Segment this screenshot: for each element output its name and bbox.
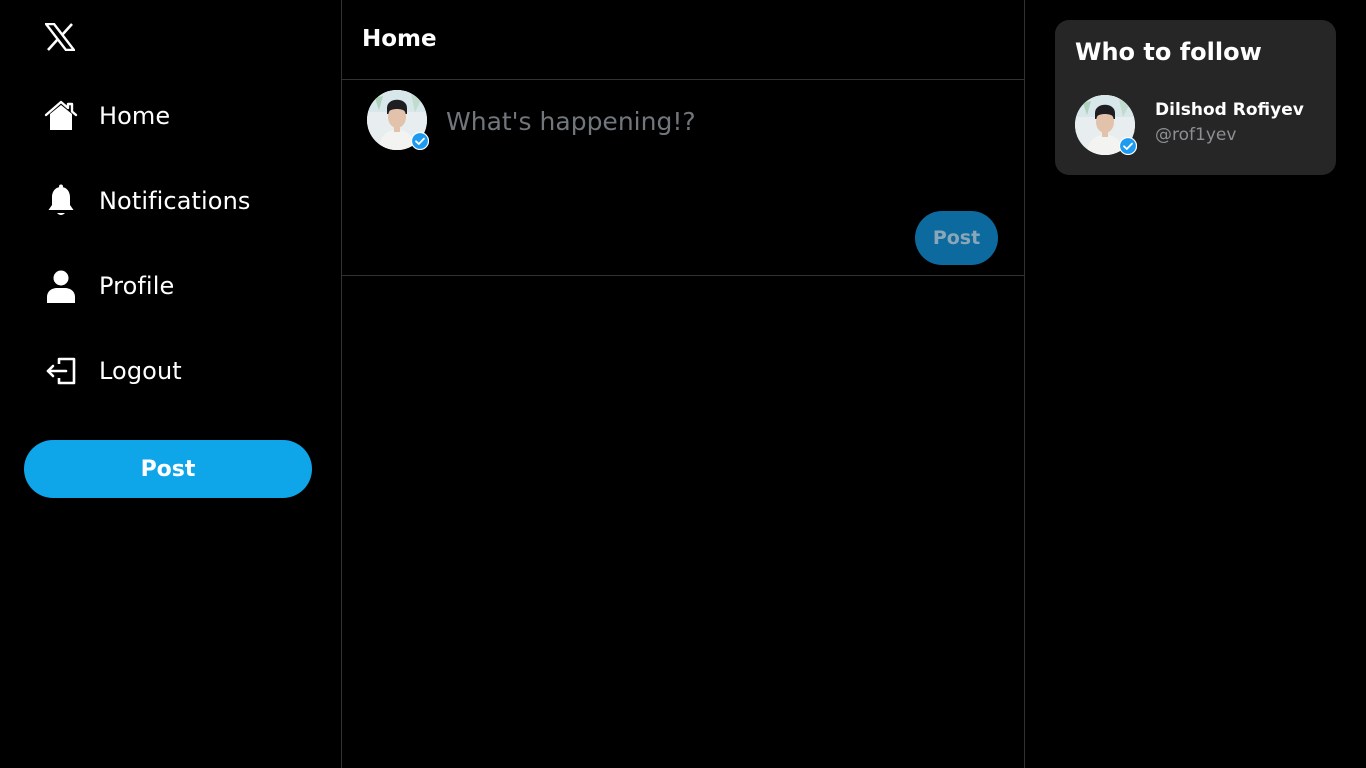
sidebar-item-profile[interactable]: Profile — [44, 266, 174, 306]
avatar[interactable] — [1075, 95, 1138, 156]
sidebar-post-button[interactable]: Post — [24, 440, 312, 498]
follow-suggestion[interactable]: Dilshod Rofiyev @rof1yev — [1075, 95, 1315, 156]
verified-badge-icon — [1118, 136, 1138, 156]
follow-user-handle: @rof1yev — [1155, 125, 1237, 145]
right-sidebar: Who to follow Dilshod Rofiyev @rof1yev — [1025, 0, 1366, 768]
sidebar-item-label: Profile — [99, 272, 175, 300]
who-to-follow-card: Who to follow Dilshod Rofiyev @rof1yev — [1055, 20, 1336, 175]
sidebar-item-label: Notifications — [99, 187, 251, 215]
compose-post-button[interactable]: Post — [915, 211, 998, 265]
sidebar-item-home[interactable]: Home — [44, 96, 170, 136]
sidebar-item-label: Logout — [99, 357, 182, 385]
avatar[interactable] — [367, 90, 430, 151]
home-icon — [44, 99, 78, 133]
compose-input[interactable] — [446, 103, 986, 139]
sidebar-item-notifications[interactable]: Notifications — [44, 181, 251, 221]
sidebar: Home Notifications Profile Logout Post — [0, 0, 342, 768]
main-header: Home — [342, 0, 1024, 80]
user-icon — [44, 269, 78, 303]
app-root: Home Notifications Profile Logout Post H… — [0, 0, 1366, 768]
sidebar-item-label: Home — [99, 102, 171, 130]
follow-user-name[interactable]: Dilshod Rofiyev — [1155, 100, 1304, 120]
sidebar-item-logout[interactable]: Logout — [44, 351, 182, 391]
page-title: Home — [362, 25, 437, 52]
logout-icon — [44, 354, 78, 388]
main-timeline: Home What's happening!? Post — [342, 0, 1025, 768]
x-logo-icon[interactable] — [44, 22, 76, 52]
who-to-follow-title: Who to follow — [1075, 38, 1262, 66]
verified-badge-icon — [410, 131, 430, 151]
bell-icon — [44, 184, 78, 218]
post-composer: Post — [342, 80, 1024, 276]
